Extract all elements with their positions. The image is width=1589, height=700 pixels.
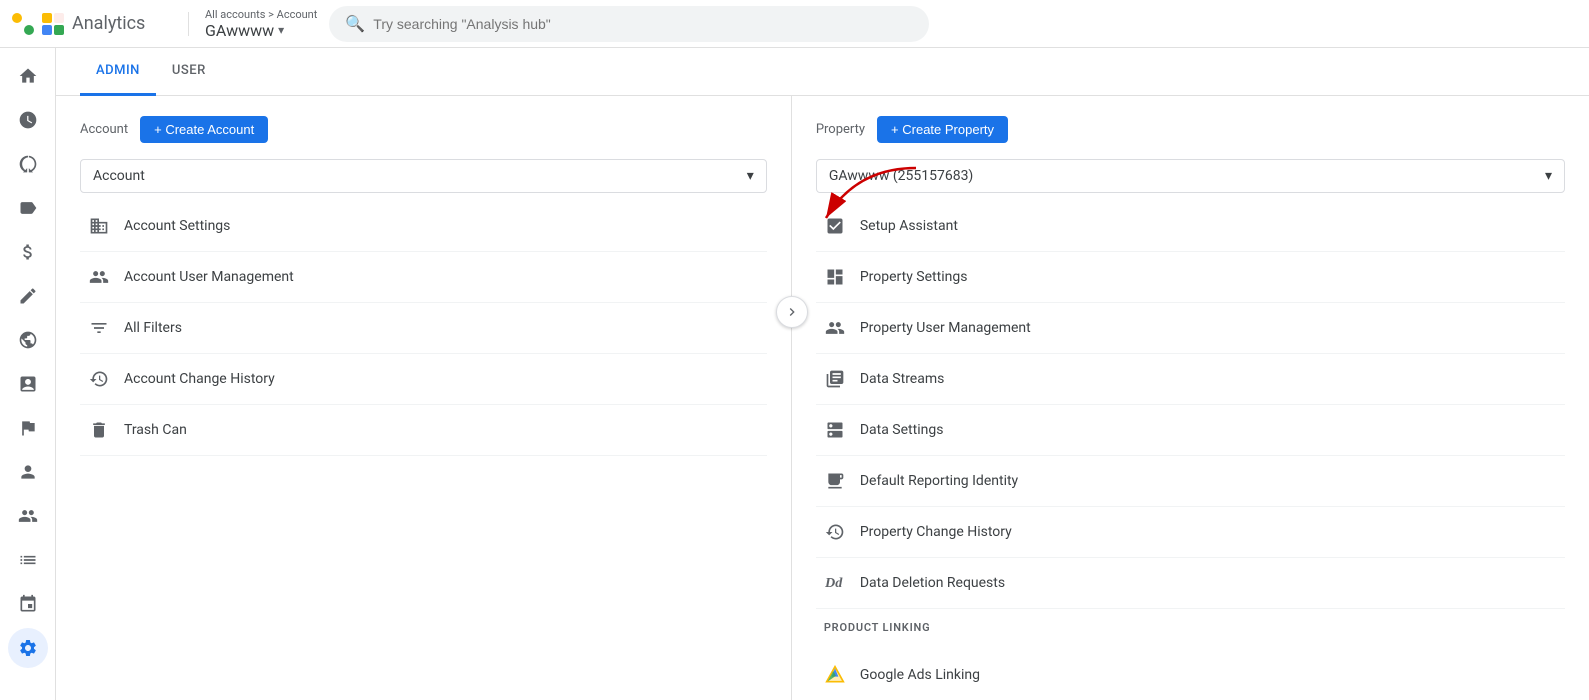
breadcrumb-top-text: All accounts > Account: [205, 8, 317, 21]
all-filters-item[interactable]: All Filters: [80, 303, 767, 354]
account-menu-list: Account Settings Account User Management…: [80, 201, 767, 456]
data-settings-item[interactable]: Data Settings: [816, 405, 1565, 456]
product-linking-label: PRODUCT LINKING: [816, 609, 1565, 642]
google-ads-icon: [824, 664, 846, 686]
globe-icon[interactable]: [8, 320, 48, 360]
user-icon[interactable]: [8, 452, 48, 492]
data-settings-text: Data Settings: [860, 422, 944, 438]
main-content: ADMIN USER Account + Create Account Acco…: [56, 48, 1589, 700]
tabs-bar: ADMIN USER: [56, 48, 1589, 96]
filter-icon: [88, 317, 110, 339]
data-streams-icon: [824, 368, 846, 390]
account-name: GAwwww: [205, 21, 274, 40]
property-change-history-text: Property Change History: [860, 524, 1012, 540]
realtime-icon[interactable]: [8, 144, 48, 184]
account-settings-text: Account Settings: [124, 218, 230, 234]
google-ads-linking-text: Google Ads Linking: [860, 667, 980, 683]
account-change-history-icon: [88, 368, 110, 390]
property-settings-icon: [824, 266, 846, 288]
trash-can-text: Trash Can: [124, 422, 187, 438]
topbar-divider: [188, 12, 189, 36]
trash-can-item[interactable]: Trash Can: [80, 405, 767, 456]
data-deletion-requests-item[interactable]: Dd Data Deletion Requests: [816, 558, 1565, 609]
property-change-history-item[interactable]: Property Change History: [816, 507, 1565, 558]
trash-icon: [88, 419, 110, 441]
account-dropdown-arrow: ▾: [278, 23, 284, 37]
account-user-management-text: Account User Management: [124, 269, 294, 285]
google-ads-linking-item[interactable]: Google Ads Linking: [816, 650, 1565, 700]
product-linking-list: Google Ads Linking BQ BigQue: [816, 650, 1565, 700]
data-deletion-requests-text: Data Deletion Requests: [860, 575, 1005, 591]
pencil-icon[interactable]: [8, 276, 48, 316]
dot-yellow: [12, 13, 22, 23]
search-input[interactable]: [373, 16, 913, 32]
setup-assistant-icon: [824, 215, 846, 237]
logo-area: Analytics: [12, 13, 172, 35]
dot-green: [24, 25, 34, 35]
property-dropdown-chevron: ▾: [1545, 168, 1552, 184]
setup-assistant-text: Setup Assistant: [860, 218, 958, 234]
default-reporting-identity-item[interactable]: Default Reporting Identity: [816, 456, 1565, 507]
svg-text:Dd: Dd: [825, 575, 843, 591]
data-deletion-requests-icon: Dd: [824, 572, 846, 594]
account-selector[interactable]: GAwwww ▾: [205, 21, 317, 40]
data-streams-text: Data Streams: [860, 371, 945, 387]
flag-icon[interactable]: [8, 408, 48, 448]
property-settings-item[interactable]: Property Settings: [816, 252, 1565, 303]
account-panel-header: Account + Create Account: [80, 116, 767, 143]
account-dropdown-chevron: ▾: [747, 168, 754, 184]
create-property-button[interactable]: + Create Property: [877, 116, 1008, 143]
gear-icon[interactable]: [8, 628, 48, 668]
default-reporting-identity-text: Default Reporting Identity: [860, 473, 1018, 489]
property-change-history-icon: [824, 521, 846, 543]
property-dropdown-text: GAwwww (255157683): [829, 168, 973, 184]
logo-dots: [12, 13, 34, 35]
admin-content: Account + Create Account Account ▾ Accou…: [56, 96, 1589, 700]
search-icon: 🔍: [345, 14, 365, 33]
property-menu-list: Setup Assistant Property Settings Proper…: [816, 201, 1565, 609]
create-account-button[interactable]: + Create Account: [140, 116, 268, 143]
sidebar: [0, 48, 56, 700]
layout: ADMIN USER Account + Create Account Acco…: [0, 48, 1589, 700]
property-user-management-icon: [824, 317, 846, 339]
all-filters-text: All Filters: [124, 320, 182, 336]
account-change-history-text: Account Change History: [124, 371, 275, 387]
property-settings-text: Property Settings: [860, 269, 968, 285]
account-breadcrumb: All accounts > Account GAwwww ▾: [205, 8, 317, 40]
monetization-icon[interactable]: [8, 232, 48, 272]
account-user-management-item[interactable]: Account User Management: [80, 252, 767, 303]
tag-icon[interactable]: [8, 188, 48, 228]
property-user-management-text: Property User Management: [860, 320, 1031, 336]
account-user-management-icon: [88, 266, 110, 288]
account-dropdown[interactable]: Account ▾: [80, 159, 767, 193]
property-label: Property: [816, 122, 865, 137]
account-change-history-item[interactable]: Account Change History: [80, 354, 767, 405]
account-settings-item[interactable]: Account Settings: [80, 201, 767, 252]
account-panel: Account + Create Account Account ▾ Accou…: [56, 96, 792, 700]
app-title: Analytics: [72, 13, 145, 34]
property-panel-header: Property + Create Property: [816, 116, 1565, 143]
data-settings-icon: [824, 419, 846, 441]
search-bar[interactable]: 🔍: [329, 6, 929, 42]
group-reporting-icon[interactable]: [8, 496, 48, 536]
topbar: Analytics All accounts > Account GAwwww …: [0, 0, 1589, 48]
home-icon[interactable]: [8, 56, 48, 96]
default-reporting-identity-icon: [824, 470, 846, 492]
clock-icon[interactable]: [8, 100, 48, 140]
data-streams-item[interactable]: Data Streams: [816, 354, 1565, 405]
property-user-management-item[interactable]: Property User Management: [816, 303, 1565, 354]
account-settings-icon: [88, 215, 110, 237]
ga-logo: [42, 13, 64, 35]
configure-icon[interactable]: [8, 584, 48, 624]
report-icon[interactable]: [8, 364, 48, 404]
account-dropdown-text: Account: [93, 168, 145, 184]
property-panel: Property + Create Property GAwwww (25515…: [792, 96, 1589, 700]
panel-collapse-button[interactable]: [776, 296, 808, 328]
tab-user[interactable]: USER: [156, 48, 222, 96]
property-dropdown[interactable]: GAwwww (255157683) ▾: [816, 159, 1565, 193]
account-label: Account: [80, 122, 128, 137]
list-icon[interactable]: [8, 540, 48, 580]
tab-admin[interactable]: ADMIN: [80, 48, 156, 96]
setup-assistant-item[interactable]: Setup Assistant: [816, 201, 1565, 252]
